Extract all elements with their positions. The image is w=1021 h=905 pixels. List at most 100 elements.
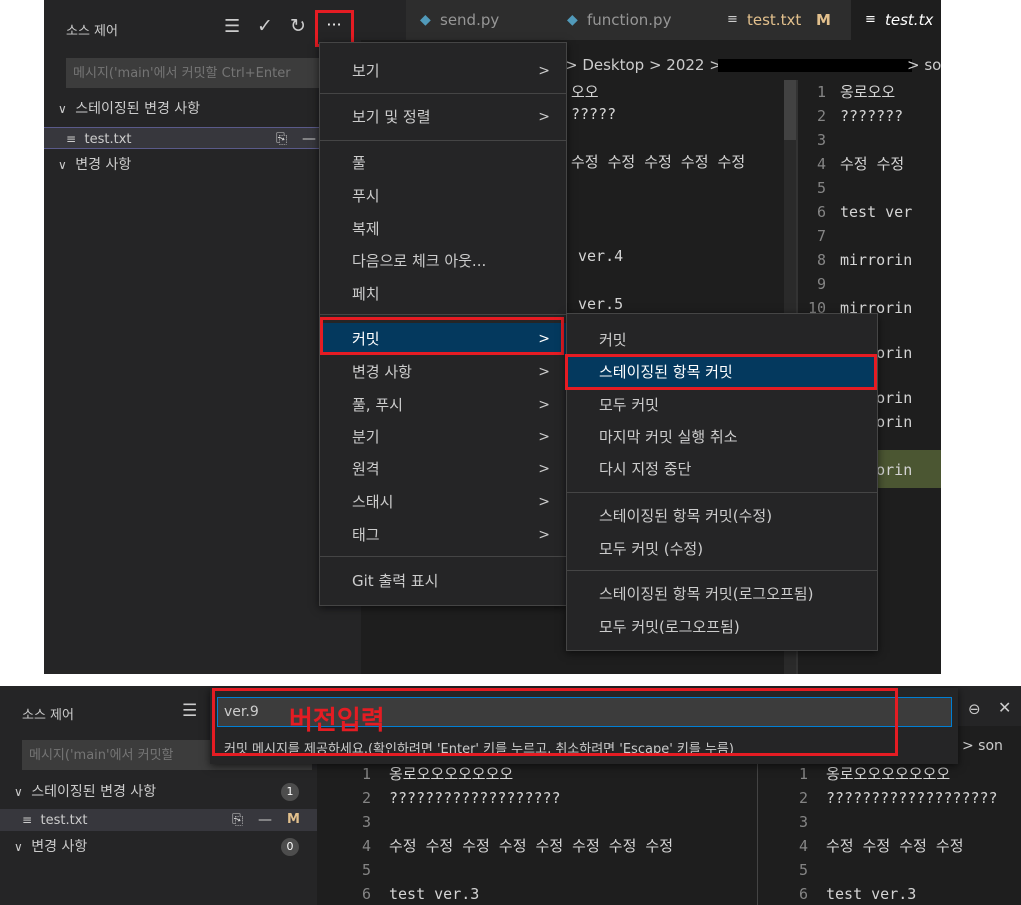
unstage-icon[interactable]: — <box>258 809 272 831</box>
menu-item-remote[interactable]: 원격 > <box>320 453 566 485</box>
staged-file-name: test.txt <box>40 813 88 828</box>
open-file-icon[interactable]: ⎘ <box>276 128 287 150</box>
unstage-icon[interactable]: — <box>302 128 316 150</box>
menu-item-view-sort[interactable]: 보기 및 정렬 > <box>320 101 566 133</box>
staged-count-badge: 1 <box>281 783 299 801</box>
lock-icon[interactable]: ⊖ <box>968 700 981 718</box>
code-line: test ver.3 <box>826 885 917 903</box>
code-line: ????? <box>571 105 617 123</box>
menu-item-clone[interactable]: 복제 <box>320 213 566 245</box>
menu-item-view[interactable]: 보기 > <box>320 55 566 87</box>
breadcrumb-right[interactable]: > son <box>962 738 1003 754</box>
python-icon: ◆ <box>420 12 431 28</box>
menu-item-commit[interactable]: 커밋 > <box>320 323 566 355</box>
changes-header[interactable]: ∨ 변경 사항 <box>44 154 361 176</box>
check-icon[interactable]: ✓ <box>257 15 273 37</box>
quick-input-hint: 커밋 메시지를 제공하세요.(확인하려면 'Enter' 키를 누르고, 취소하… <box>224 742 734 757</box>
menu-separator <box>320 314 566 315</box>
menu-separator <box>320 556 566 557</box>
menu-item-tags[interactable]: 태그 > <box>320 519 566 551</box>
chevron-down-icon: ∨ <box>58 158 67 172</box>
more-icon[interactable]: ··· <box>320 15 348 34</box>
submenu-item-commit-all-amend[interactable]: 모두 커밋 (수정) <box>567 533 877 565</box>
chevron-down-icon: ∨ <box>14 840 23 854</box>
submenu-item-abort-rebase[interactable]: 다시 지정 중단 <box>567 453 877 485</box>
chevron-right-icon: > <box>538 429 550 445</box>
refresh-icon[interactable]: ↻ <box>290 15 306 37</box>
chevron-down-icon: ∨ <box>14 785 23 799</box>
submenu-item-commit[interactable]: 커밋 <box>567 324 877 356</box>
chevron-right-icon: > <box>538 63 550 79</box>
code-line: ver.4 <box>578 247 624 265</box>
text-file-icon: ≡ <box>865 12 876 27</box>
annotation-version-input: 버전입력 <box>289 706 385 736</box>
submenu-item-commit-staged[interactable]: 스테이징된 항목 커밋 <box>567 356 877 388</box>
submenu-item-commit-staged-signoff[interactable]: 스테이징된 항목 커밋(로그오프됨) <box>567 578 877 610</box>
staged-changes-label: 스테이징된 변경 사항 <box>31 784 157 800</box>
text-file-icon: ≡ <box>66 132 77 146</box>
text-file-icon: ≡ <box>22 813 33 827</box>
menu-item-changes[interactable]: 변경 사항 > <box>320 356 566 388</box>
chevron-right-icon: > <box>538 494 550 510</box>
changes-label: 변경 사항 <box>31 839 88 855</box>
chevron-right-icon: > <box>538 331 550 347</box>
commit-message-input[interactable] <box>66 58 356 88</box>
tab-test-txt-preview[interactable]: ≡ test.tx <box>851 0 941 40</box>
chevron-right-icon: > <box>538 109 550 125</box>
submenu-item-undo-last-commit[interactable]: 마지막 커밋 실행 취소 <box>567 421 877 453</box>
breadcrumb-right[interactable]: > sou <box>907 56 941 74</box>
code-line: ??????? <box>840 107 904 125</box>
submenu-item-commit-staged-amend[interactable]: 스테이징된 항목 커밋(수정) <box>567 500 877 532</box>
menu-item-checkout[interactable]: 다음으로 체크 아웃... <box>320 245 566 277</box>
chevron-right-icon: > <box>538 397 550 413</box>
menu-item-fetch[interactable]: 페치 <box>320 278 566 310</box>
close-icon[interactable]: ✕ <box>998 698 1011 717</box>
menu-separator <box>567 492 877 493</box>
breadcrumb-left[interactable]: > Desktop > 2022 > <box>565 56 722 74</box>
code-line: test ver <box>840 203 913 221</box>
code-line: ??????????????????? <box>389 789 561 807</box>
menu-item-show-git-output[interactable]: Git 출력 표시 <box>320 565 566 597</box>
submenu-item-commit-all[interactable]: 모두 커밋 <box>567 389 877 421</box>
list-tree-icon[interactable]: ☰ <box>224 16 240 37</box>
chevron-right-icon: > <box>538 364 550 380</box>
staged-file-row[interactable]: ≡ test.txt ⎘ — M <box>0 809 317 831</box>
menu-separator <box>320 93 566 94</box>
code-line: 수정 수정 수정 수정 수정 수정 수정 수정 <box>389 837 674 855</box>
redacted-path <box>718 59 912 72</box>
commit-submenu: 커밋 스테이징된 항목 커밋 모두 커밋 마지막 커밋 실행 취소 다시 지정 … <box>566 313 878 651</box>
menu-separator <box>567 570 877 571</box>
menu-item-pull[interactable]: 풀 <box>320 147 566 179</box>
code-line: 수정 수정 <box>840 155 905 173</box>
modified-indicator: M <box>816 11 831 29</box>
staged-file-row[interactable]: ≡ test.txt ⎘ — <box>44 127 361 149</box>
staged-changes-header[interactable]: ∨ 스테이징된 변경 사항 <box>44 98 361 120</box>
staged-changes-label: 스테이징된 변경 사항 <box>75 101 201 117</box>
menu-item-pull-push[interactable]: 풀, 푸시 > <box>320 389 566 421</box>
code-line: 수정 수정 수정 수정 수정 <box>571 153 746 171</box>
staged-file-name: test.txt <box>84 132 132 147</box>
menu-item-stash[interactable]: 스태시 > <box>320 486 566 518</box>
tab-send-py[interactable]: ◆ send.py <box>406 0 558 40</box>
list-tree-icon[interactable]: ☰ <box>182 701 197 721</box>
chevron-right-icon: > <box>538 461 550 477</box>
file-status-badge: M <box>287 812 300 827</box>
tab-bar: ◆ send.py ◆ function.py ≡ test.txt M ≡ t… <box>361 0 941 40</box>
staged-changes-header[interactable]: ∨ 스테이징된 변경 사항 <box>0 781 317 803</box>
code-line: ??????????????????? <box>826 789 998 807</box>
menu-item-push[interactable]: 푸시 <box>320 180 566 212</box>
top-screenshot: 소스 제어 ☰ ✓ ↻ ··· ∨ 스테이징된 변경 사항 ≡ test.txt… <box>44 0 941 674</box>
open-file-icon[interactable]: ⎘ <box>232 809 243 831</box>
menu-separator <box>320 140 566 141</box>
python-icon: ◆ <box>567 12 578 28</box>
scm-title: 소스 제어 <box>66 24 118 39</box>
changes-header[interactable]: ∨ 변경 사항 <box>0 836 317 858</box>
code-line: 옹로오오오오오오오 <box>826 765 951 783</box>
menu-item-branch[interactable]: 분기 > <box>320 421 566 453</box>
code-line: 오오 <box>571 83 599 101</box>
changes-label: 변경 사항 <box>75 157 132 173</box>
submenu-item-commit-all-signoff[interactable]: 모두 커밋(로그오프됨) <box>567 611 877 643</box>
code-line: test ver.3 <box>389 885 480 903</box>
changes-count-badge: 0 <box>281 838 299 856</box>
code-line: 옹로오오오오오오오 <box>389 765 514 783</box>
